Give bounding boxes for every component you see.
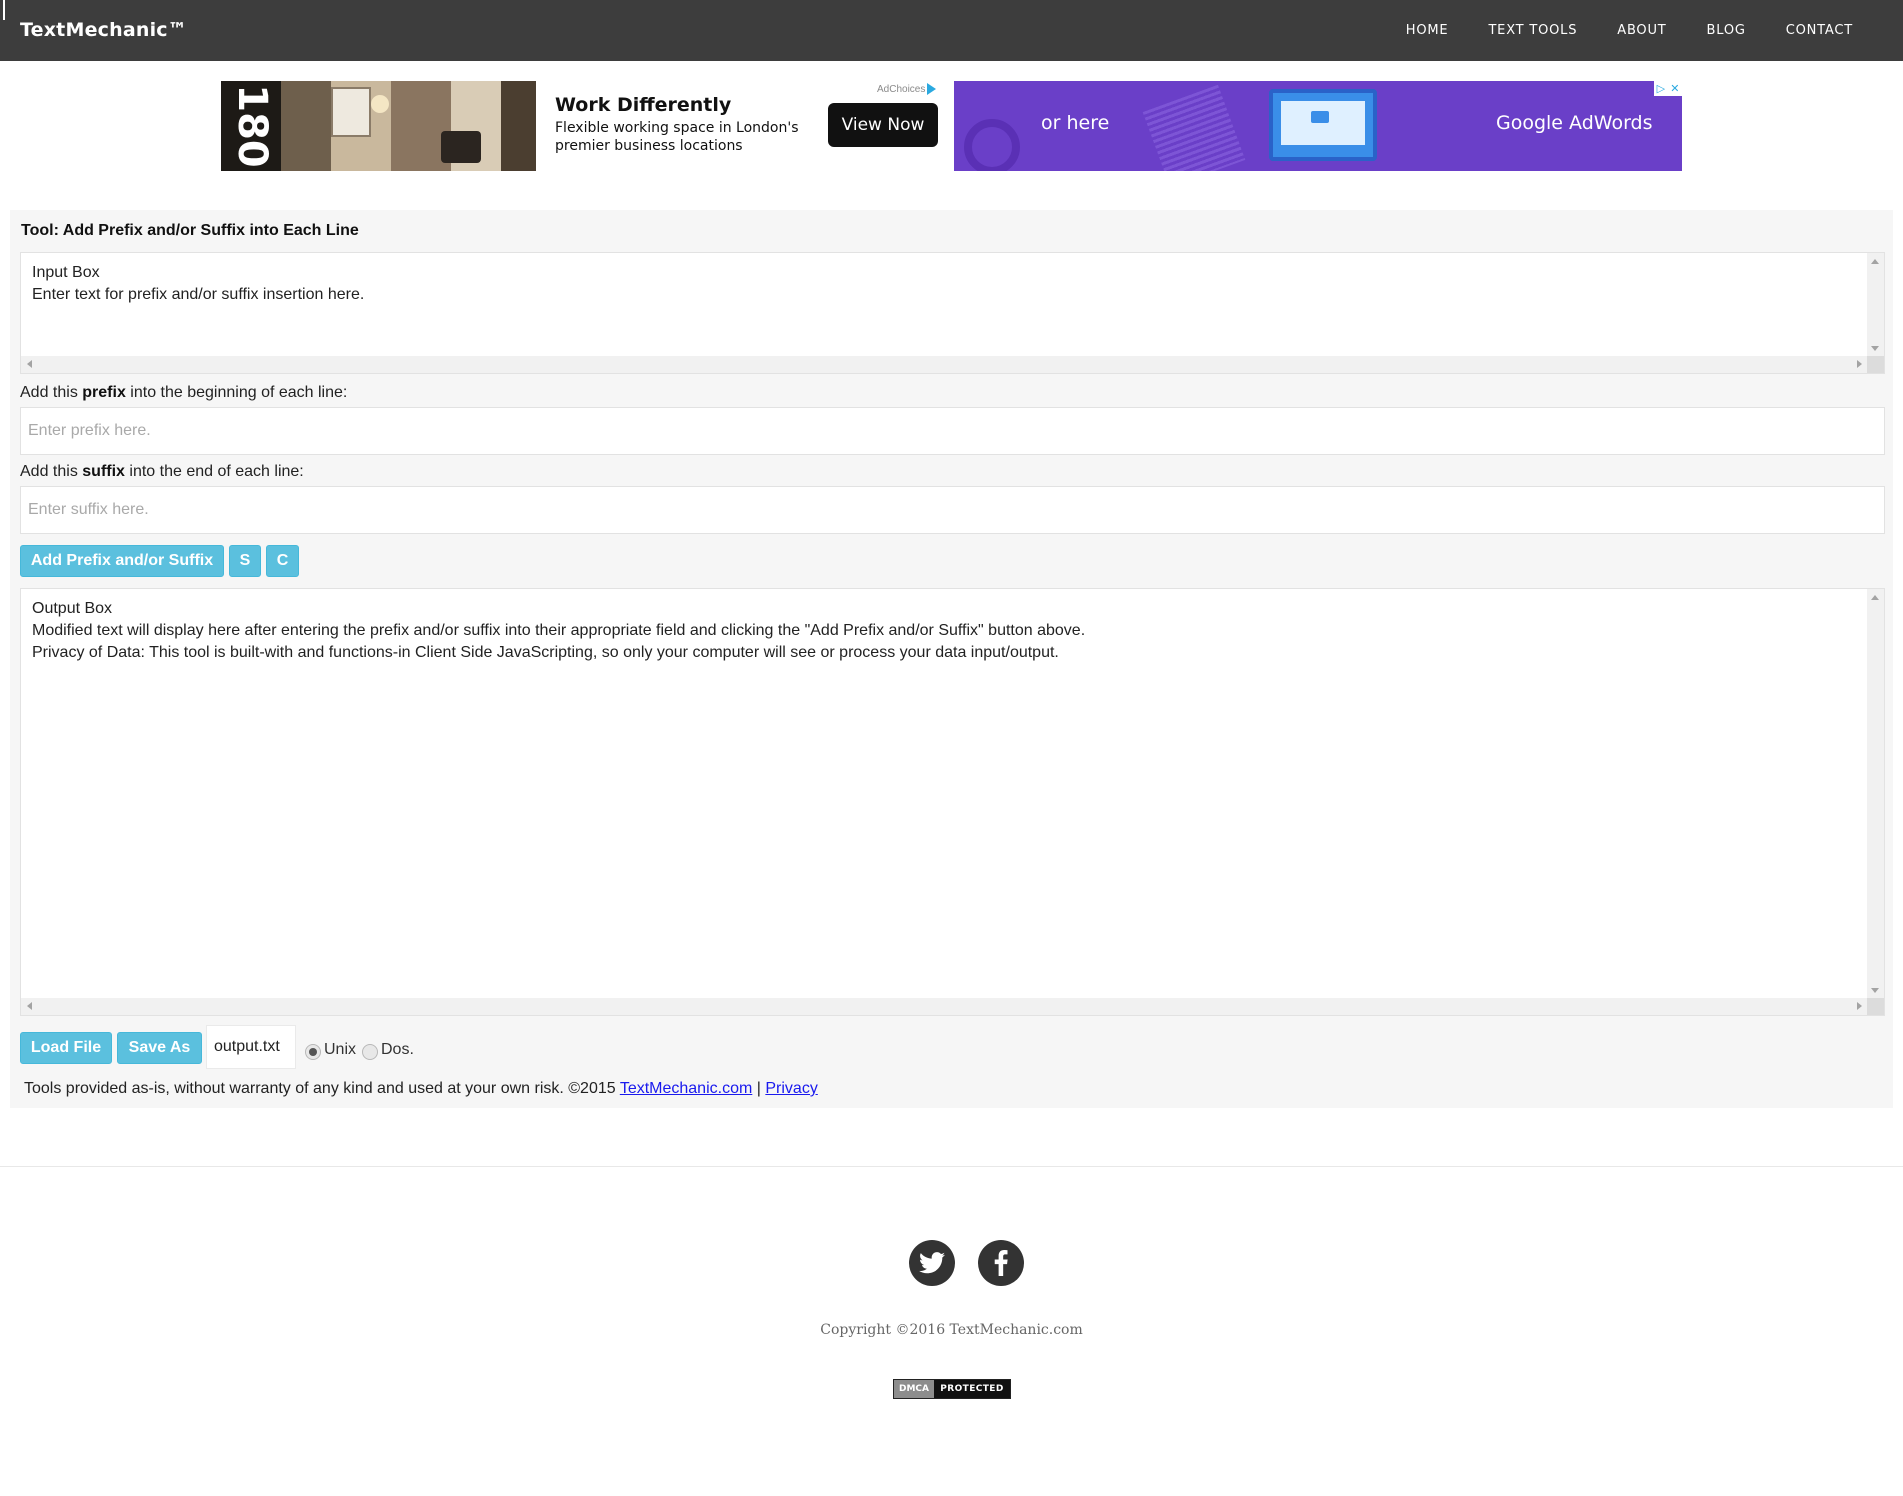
prefix-label: Add this prefix into the beginning of ea… (20, 384, 348, 401)
ad-photo-window (331, 87, 371, 137)
tool-panel: Tool: Add Prefix and/or Suffix into Each… (10, 210, 1893, 1108)
ad-choices-icon (927, 83, 937, 95)
nav-about[interactable]: ABOUT (1597, 23, 1686, 38)
ad-secondary-text: or here (1041, 112, 1110, 134)
scroll-left-icon[interactable] (27, 1002, 32, 1010)
add-prefix-suffix-button[interactable]: Add Prefix and/or Suffix (20, 545, 224, 577)
s-button[interactable]: S (229, 545, 261, 577)
ad-play-icon (1311, 111, 1329, 123)
dmca-badge-right: PROTECTED (934, 1380, 1010, 1398)
unix-radio[interactable] (305, 1044, 321, 1060)
ad-choices[interactable]: AdChoices (877, 83, 937, 95)
ad-brand-mark: 180 (229, 84, 275, 168)
dos-radio[interactable] (362, 1044, 378, 1060)
footer-divider (0, 1166, 1903, 1167)
c-button[interactable]: C (266, 545, 299, 577)
dmca-badge-left: DMCA (894, 1380, 934, 1398)
nav-blog[interactable]: BLOG (1687, 23, 1766, 38)
output-box-text: Output Box Modified text will display he… (32, 600, 1086, 661)
ad-photo-lamp (371, 95, 389, 113)
top-navbar: TextMechanic™ HOME TEXT TOOLS ABOUT BLOG… (0, 0, 1903, 61)
output-horizontal-scrollbar[interactable] (21, 998, 1869, 1015)
input-vertical-scrollbar[interactable] (1867, 253, 1884, 358)
input-resize-corner[interactable] (1867, 356, 1884, 373)
ad-paper-shape (1142, 84, 1246, 171)
ad-banner[interactable]: 180 Work Differently Flexible working sp… (221, 81, 1682, 171)
ad-ring-shape (964, 119, 1020, 171)
ad-headline: Work Differently (555, 94, 732, 116)
save-as-button[interactable]: Save As (117, 1032, 202, 1064)
ad-screen-icon (1269, 89, 1377, 161)
scroll-left-icon[interactable] (27, 360, 32, 368)
dos-label: Dos. (381, 1041, 414, 1058)
nav-links: HOME TEXT TOOLS ABOUT BLOG CONTACT (1386, 0, 1873, 61)
nav-contact[interactable]: CONTACT (1766, 23, 1873, 38)
dmca-badge[interactable]: DMCA PROTECTED (893, 1379, 1011, 1399)
input-box[interactable]: Input Box Enter text for prefix and/or s… (20, 252, 1885, 374)
ad-choices-label: AdChoices (877, 83, 926, 95)
filename-input[interactable] (206, 1025, 296, 1069)
nav-text-tools[interactable]: TEXT TOOLS (1468, 23, 1597, 38)
scroll-down-icon[interactable] (1871, 988, 1879, 993)
nav-home[interactable]: HOME (1386, 23, 1469, 38)
text-cursor-mark (3, 0, 5, 20)
scroll-up-icon[interactable] (1871, 595, 1879, 600)
facebook-icon (994, 1250, 1008, 1276)
scroll-right-icon[interactable] (1857, 360, 1862, 368)
suffix-input[interactable] (20, 486, 1885, 534)
suffix-label: Add this suffix into the end of each lin… (20, 463, 304, 480)
output-vertical-scrollbar[interactable] (1867, 589, 1884, 1000)
ad-view-now-button[interactable]: View Now (828, 103, 938, 147)
tool-title: Tool: Add Prefix and/or Suffix into Each… (21, 222, 359, 239)
facebook-button[interactable] (978, 1240, 1024, 1286)
ad-close-controls[interactable]: ▷ ✕ (1654, 81, 1682, 96)
ad-photo-chair (441, 131, 481, 163)
ad-photo: 180 (221, 81, 536, 171)
copyright-text: Copyright ©2016 TextMechanic.com (820, 1322, 1083, 1338)
ad-secondary[interactable]: or here Google AdWords ▷ ✕ (954, 81, 1682, 171)
ad-close-icon[interactable]: ✕ (1670, 82, 1679, 95)
input-box-text: Input Box Enter text for prefix and/or s… (32, 264, 365, 303)
output-box[interactable]: Output Box Modified text will display he… (20, 588, 1885, 1016)
scroll-down-icon[interactable] (1871, 346, 1879, 351)
brand-logo[interactable]: TextMechanic™ (20, 19, 187, 41)
privacy-link[interactable]: Privacy (765, 1080, 817, 1097)
input-horizontal-scrollbar[interactable] (21, 356, 1869, 373)
twitter-icon (919, 1252, 945, 1274)
ad-secondary-brand: Google AdWords (1496, 112, 1653, 134)
prefix-input[interactable] (20, 407, 1885, 455)
scroll-right-icon[interactable] (1857, 1002, 1862, 1010)
twitter-button[interactable] (909, 1240, 955, 1286)
scroll-up-icon[interactable] (1871, 259, 1879, 264)
load-file-button[interactable]: Load File (20, 1032, 112, 1064)
output-resize-corner[interactable] (1867, 998, 1884, 1015)
disclaimer: Tools provided as-is, without warranty o… (24, 1080, 818, 1097)
site-link[interactable]: TextMechanic.com (620, 1080, 753, 1097)
unix-label: Unix (324, 1041, 357, 1058)
ad-info-icon[interactable]: ▷ (1657, 82, 1665, 95)
ad-subtext: Flexible working space in London's premi… (555, 120, 799, 154)
